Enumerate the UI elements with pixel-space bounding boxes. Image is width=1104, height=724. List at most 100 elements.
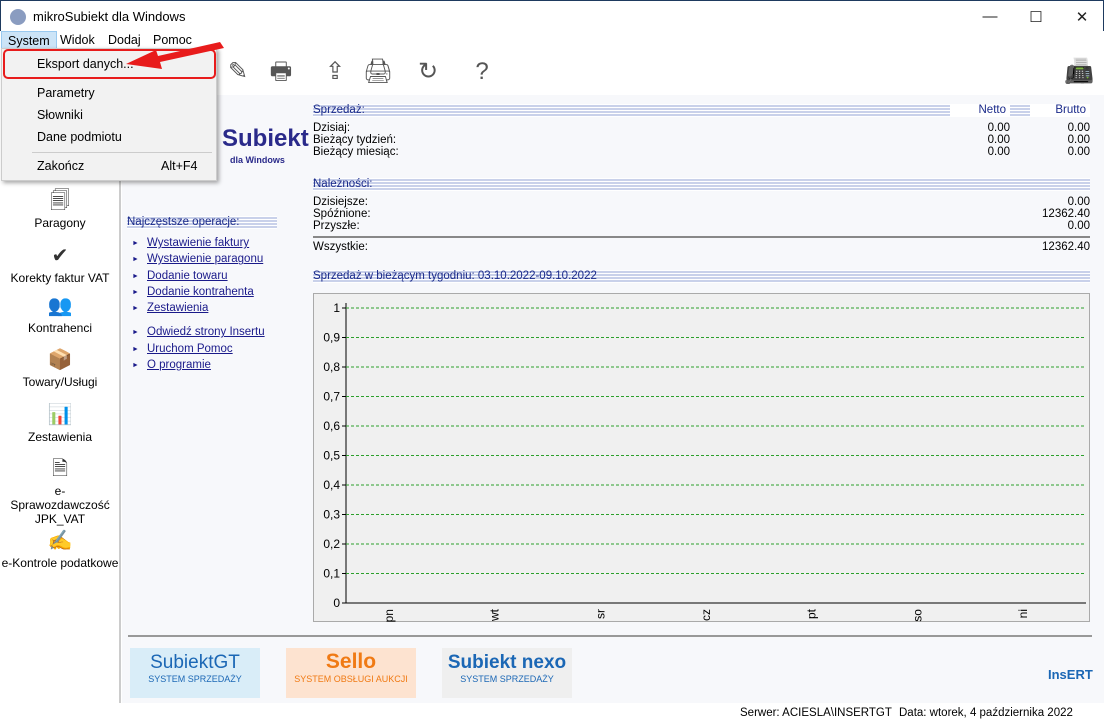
sidebar-item-jpk[interactable]: 🗎 e-Sprawozdawczość JPK_VAT	[0, 456, 120, 526]
row-label: Bieżący miesiąc:	[313, 146, 399, 158]
link-dodanie-kontrahenta[interactable]: Dodanie kontrahenta	[127, 286, 277, 302]
logo-sello[interactable]: Sello SYSTEM OBSŁUGI AUKCJI	[286, 648, 416, 698]
y-tick-label: 0,1	[323, 567, 340, 581]
receipt-icon: 🗐	[50, 190, 70, 212]
brutto-value: 0.00	[1067, 146, 1090, 158]
report-icon: 📊	[47, 404, 73, 426]
sales-title: Sprzedaż:	[313, 104, 365, 116]
y-tick-label: 0,6	[323, 419, 340, 433]
divider	[128, 635, 1092, 637]
sidebar-item-korekty[interactable]: ✔ Korekty faktur VAT	[0, 243, 120, 285]
total-label: Wszystkie:	[313, 241, 368, 253]
arrow-annotation	[126, 42, 224, 69]
x-tick-label: ni	[1016, 609, 1030, 618]
sidebar-item-paragony[interactable]: 🗐 Paragony	[0, 188, 120, 230]
status-bar: Serwer: ACIESLA\INSERTGT Data: wtorek, 4…	[0, 703, 1104, 724]
brutto-value: 0.00	[1067, 134, 1090, 146]
logo-subiekt-nexo[interactable]: Subiekt nexo SYSTEM SPRZEDAŻY	[442, 648, 572, 698]
export-icon[interactable]: ⇪	[318, 55, 352, 89]
receivable-value: 0.00	[1067, 196, 1090, 208]
link-zestawienia[interactable]: Zestawienia	[127, 302, 277, 318]
sales-row: Bieżący miesiąc: 0.00 0.00	[313, 146, 1090, 158]
menu-item-zakoncz[interactable]: Zakończ	[37, 159, 84, 173]
vat-icon: 🗎	[51, 458, 69, 480]
link-wystawienie-paragonu[interactable]: Wystawienie paragonu	[127, 253, 277, 269]
sidebar-item-kontrahenci[interactable]: 👥 Kontrahenci	[0, 293, 120, 335]
y-tick-label: 0,8	[323, 360, 340, 374]
app-icon	[10, 9, 26, 25]
x-tick-label: so	[910, 609, 924, 622]
sales-row: Dzisiaj: 0.00 0.00	[313, 122, 1090, 134]
x-tick-label: pt	[805, 608, 819, 619]
minimize-button[interactable]: —	[967, 1, 1013, 32]
y-tick-label: 0,9	[323, 331, 340, 345]
insert-logo[interactable]: InsERT	[1048, 667, 1093, 682]
menu-system[interactable]: System	[1, 31, 57, 49]
printer-icon[interactable]: 🖶	[264, 55, 298, 89]
y-tick-label: 0,5	[323, 449, 340, 463]
title-bar: mikroSubiekt dla Windows — ☐ ✕	[0, 0, 1104, 31]
y-tick-label: 0,3	[323, 508, 340, 522]
total-value: 12362.40	[1042, 241, 1090, 253]
menu-separator	[32, 152, 212, 153]
logo-subiekt-gt[interactable]: SubiektGT SYSTEM SPRZEDAŻY	[130, 648, 260, 698]
close-button[interactable]: ✕	[1059, 1, 1104, 32]
row-label: Spóźnione:	[313, 208, 371, 220]
maximize-button[interactable]: ☐	[1013, 1, 1059, 32]
link-wystawienie-faktury[interactable]: Wystawienie faktury	[127, 237, 277, 253]
print-icon[interactable]: 🖨	[361, 55, 395, 89]
server-status: Serwer: ACIESLA\INSERTGT	[740, 707, 892, 719]
fax-icon[interactable]: 📠	[1062, 55, 1096, 89]
brutto-value: 0.00	[1067, 122, 1090, 134]
box-icon: 📦	[47, 349, 73, 371]
sidebar: 🗐 Paragony ✔ Korekty faktur VAT 👥 Kontrahen…	[0, 95, 121, 703]
contacts-icon: 👥	[47, 295, 73, 317]
receivables-title: Należności:	[313, 178, 373, 190]
netto-value: 0.00	[987, 134, 1010, 146]
x-tick-label: cz	[699, 609, 713, 621]
chart-header: Sprzedaż w bieżącym tygodniu: 03.10.2022…	[313, 270, 1090, 283]
link-dodanie-towaru[interactable]: Dodanie towaru	[127, 270, 277, 286]
sidebar-item-ekontrole[interactable]: ✍ e-Kontrole podatkowe	[0, 528, 120, 570]
menu-item-dane-podmiotu[interactable]: Dane podmiotu	[37, 130, 122, 144]
sales-section: Sprzedaż: Netto Brutto Dzisiaj: 0.00 0.00 B…	[313, 104, 1090, 158]
sidebar-item-zestawienia[interactable]: 📊 Zestawienia	[0, 402, 120, 444]
checkmark-icon: ✔	[51, 245, 69, 267]
shortcut-alt-f4: Alt+F4	[161, 159, 198, 173]
sales-row: Bieżący tydzień: 0.00 0.00	[313, 134, 1090, 146]
link-o-programie[interactable]: O programie	[127, 359, 277, 375]
row-label: Przyszłe:	[313, 220, 360, 232]
netto-value: 0.00	[987, 146, 1010, 158]
window-title: mikroSubiekt dla Windows	[33, 9, 186, 24]
brutto-header: Brutto	[1030, 104, 1090, 116]
link-odwiedz-insert[interactable]: Odwiedź strony Insertu	[127, 326, 277, 342]
x-tick-label: wt	[488, 608, 502, 622]
menu-widok[interactable]: Widok	[54, 31, 101, 49]
date-status: Data: wtorek, 4 października 2022	[899, 707, 1073, 719]
menu-item-slowniki[interactable]: Słowniki	[37, 108, 83, 122]
help-icon[interactable]: ?	[465, 55, 499, 89]
link-uruchom-pomoc[interactable]: Uruchom Pomoc	[127, 343, 277, 359]
weekly-sales-chart: 0 0,1 0,2 0,3 0,4 0,5 0,6 0,7 0,8 0,9 1 pn wt sr cz pt s…	[313, 293, 1090, 622]
frequent-operations: Najczęstsze operacje: Wystawienie faktur…	[127, 216, 277, 375]
receivables-row: Dzisiejsze: 0.00	[313, 196, 1090, 208]
y-tick-label: 0,7	[323, 390, 340, 404]
receivable-value: 12362.40	[1042, 208, 1090, 220]
y-tick-label: 0,2	[323, 537, 340, 551]
chart-svg: 0 0,1 0,2 0,3 0,4 0,5 0,6 0,7 0,8 0,9 1 pn wt sr cz pt s…	[323, 301, 1086, 622]
sidebar-item-towary[interactable]: 📦 Towary/Usługi	[0, 347, 120, 389]
netto-value: 0.00	[987, 122, 1010, 134]
row-label: Dzisiejsze:	[313, 196, 368, 208]
receivables-section: Należności: Dzisiejsze: 0.00 Spóźnione: 123…	[313, 178, 1090, 253]
y-tick-label: 0	[333, 596, 340, 610]
pen-check-icon: ✍	[47, 530, 73, 552]
row-label: Bieżący tydzień:	[313, 134, 397, 146]
x-tick-label: sr	[593, 609, 607, 619]
receivables-row: Przyszłe: 0.00	[313, 220, 1090, 232]
receivables-row: Spóźnione: 12362.40	[313, 208, 1090, 220]
y-tick-label: 0,4	[323, 478, 340, 492]
brand-sub: dla Windows	[230, 155, 285, 165]
receivable-value: 0.00	[1067, 220, 1090, 232]
menu-item-parametry[interactable]: Parametry	[37, 86, 95, 100]
refresh-icon[interactable]: ↻	[411, 55, 445, 89]
